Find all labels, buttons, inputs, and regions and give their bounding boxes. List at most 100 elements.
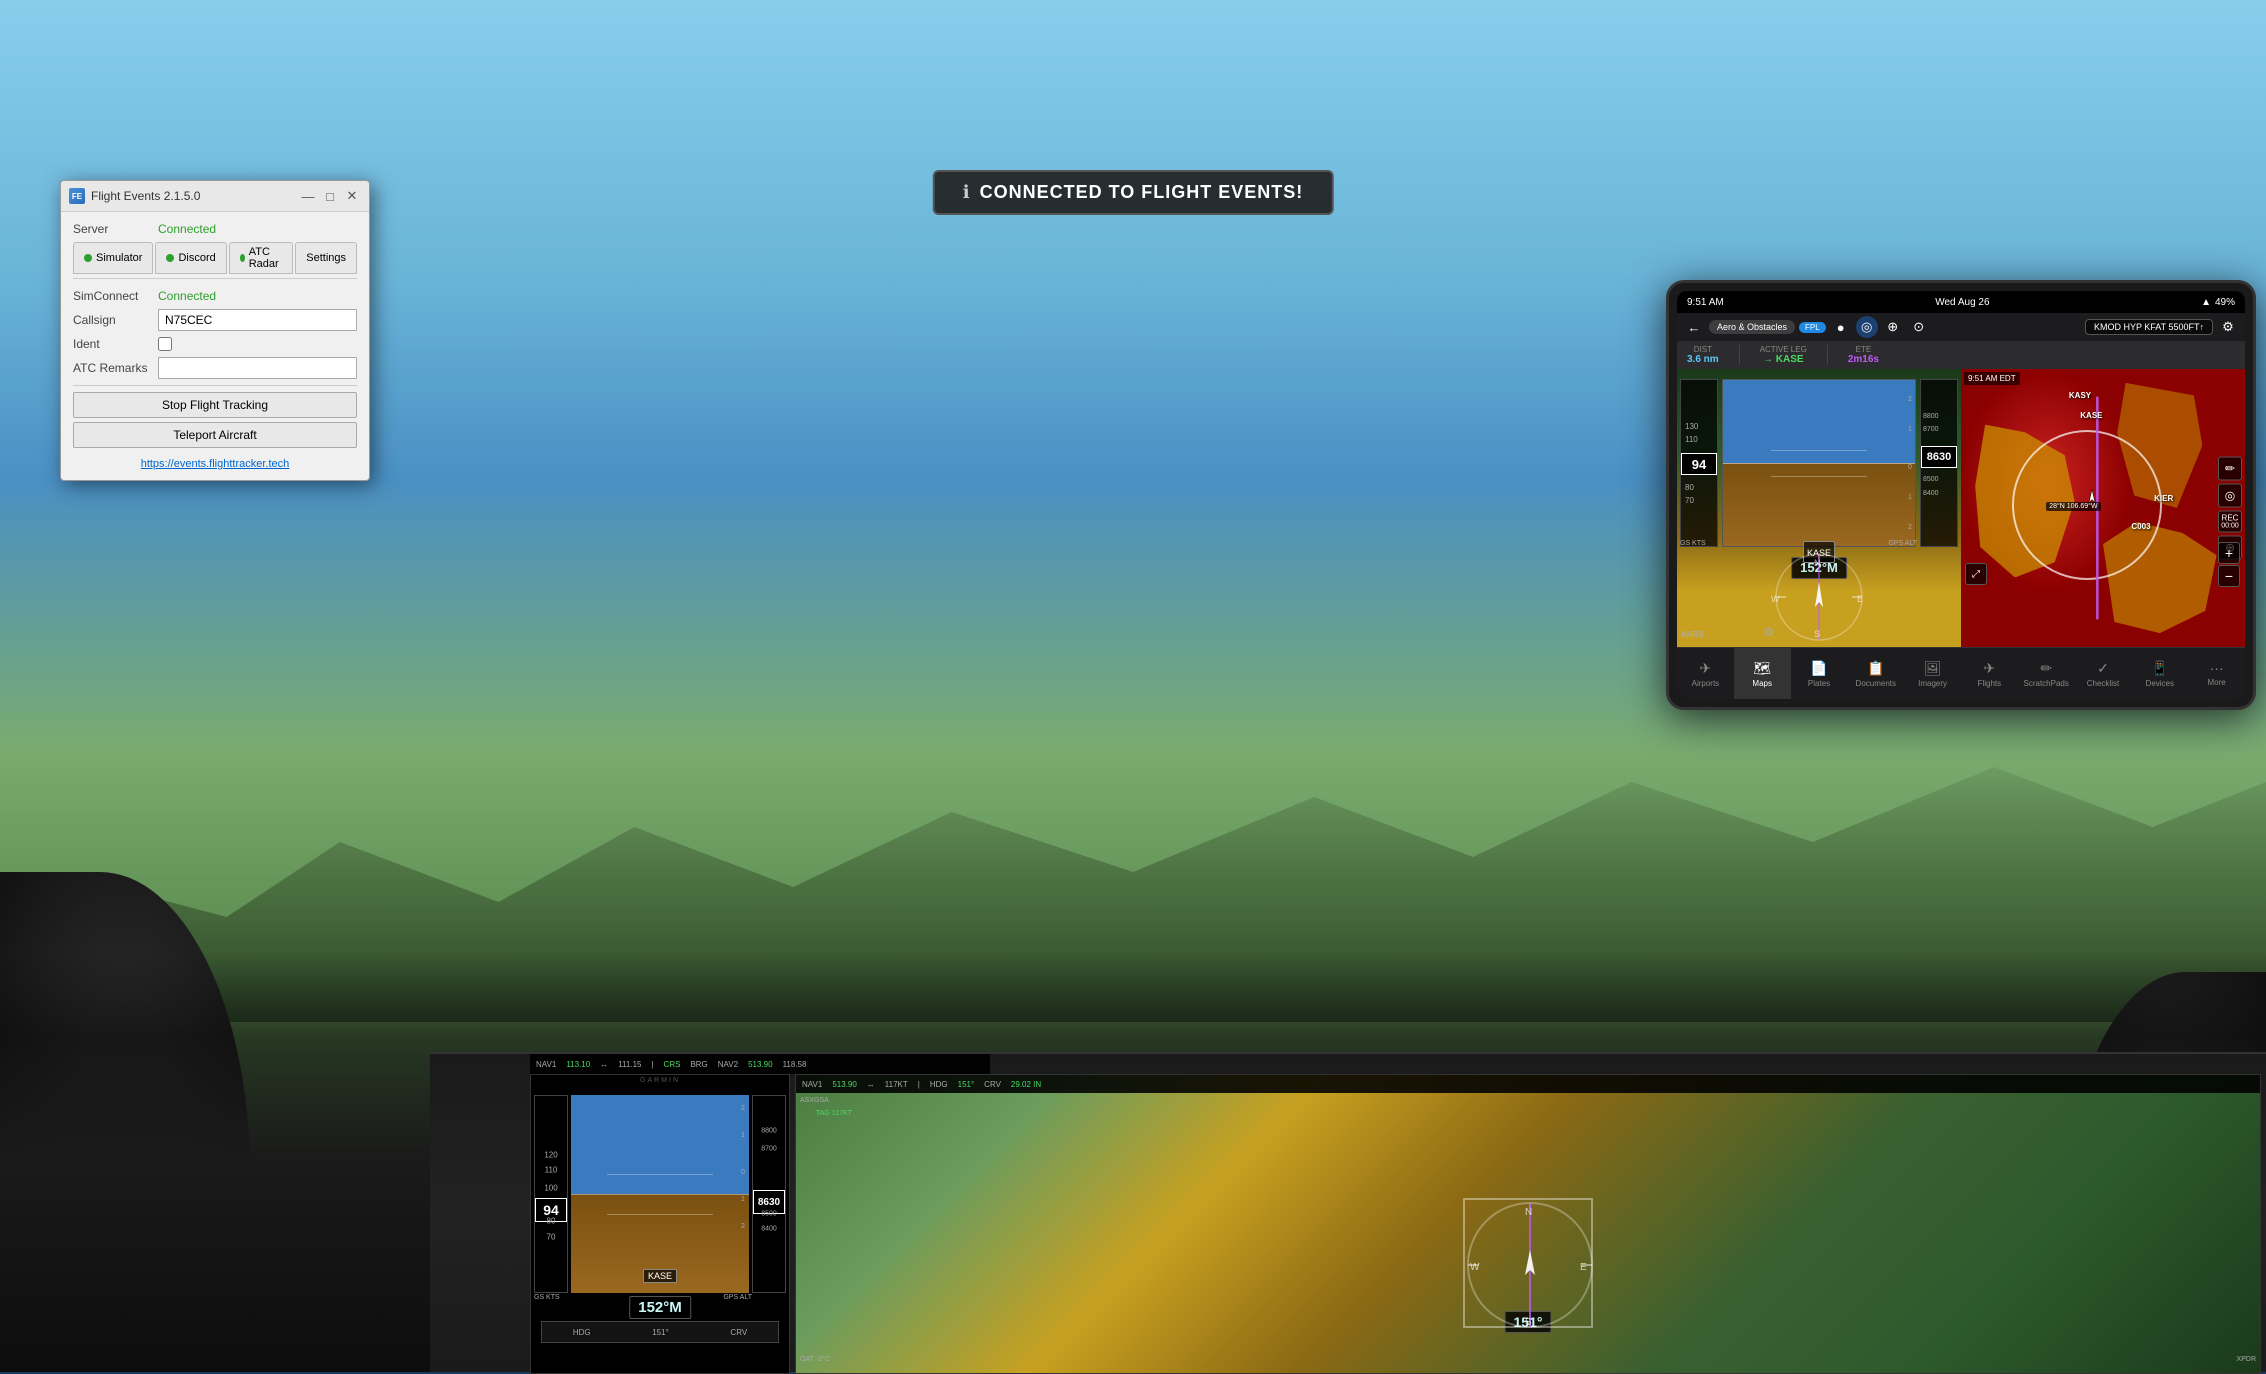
fullscreen-btn[interactable]: ⤢ [1965, 563, 1987, 585]
left-vsi: 2 1 0 1 2 [1903, 379, 1917, 547]
route-display[interactable]: KMOD HYP KFAT 5500FT↑ [2085, 319, 2213, 335]
maximize-button[interactable]: □ [321, 187, 339, 205]
zoom-out-btn[interactable]: − [2218, 565, 2240, 587]
nav-documents[interactable]: 📋 Documents [1847, 648, 1904, 699]
ipad-top-controls: ← Aero & Obstacles FPL ● ◎ ⊕ ⊙ KMOD HYP … [1677, 313, 2245, 341]
speed-110: 110 [545, 1166, 558, 1175]
tab-simulator-label: Simulator [96, 252, 142, 264]
ident-checkbox[interactable] [158, 337, 172, 351]
svg-text:W: W [1771, 594, 1780, 604]
mfd-hdg: HDG [930, 1080, 948, 1089]
ipad-time: 9:51 AM [1687, 297, 1724, 308]
nav1-stby: 111.15 [618, 1060, 641, 1069]
aero-obstacles-btn[interactable]: Aero & Obstacles [1709, 320, 1795, 334]
plates-label: Plates [1808, 679, 1830, 688]
ahrs-label: AHRS [1681, 630, 1704, 639]
tab-atc-radar[interactable]: ATC Radar [229, 242, 293, 274]
nav2-label: NAV2 [718, 1060, 738, 1069]
callsign-input[interactable] [158, 309, 357, 331]
tab-settings[interactable]: Settings [295, 242, 357, 274]
settings-icon-left[interactable]: ⚙ [1764, 625, 1775, 639]
active-leg-label: ACTIVE LEG [1760, 345, 1807, 354]
svg-text:E: E [1857, 594, 1863, 604]
atc-radar-dot [240, 254, 245, 262]
discord-dot [166, 254, 174, 262]
ident-label: Ident [73, 337, 158, 351]
server-row: Server Connected [73, 222, 357, 236]
nav-scratchpads[interactable]: ✏ ScratchPads [2018, 648, 2075, 699]
lt-alt-8400: 8400 [1923, 490, 1939, 497]
left-instrument-display: 130 110 94 80 70 8800 8700 8630 8500 [1677, 369, 1961, 647]
imagery-label: Imagery [1918, 679, 1947, 688]
tab-discord[interactable]: Discord [155, 242, 226, 274]
coordinates-display: 28°N 106.69°W [2046, 502, 2100, 511]
alt-8500: 8500 [761, 1210, 777, 1217]
mfd-hdg-val: 151° [958, 1080, 975, 1089]
scratchpads-icon: ✏ [2040, 660, 2052, 677]
nav1-label: NAV1 [536, 1060, 556, 1069]
events-link[interactable]: https://events.flighttracker.tech [73, 458, 357, 470]
banner-icon: ℹ [963, 182, 970, 203]
pin-tool[interactable]: ◎ [2218, 484, 2242, 508]
alt-8700: 8700 [761, 1145, 777, 1152]
lt-speed-130: 130 [1685, 422, 1698, 431]
left-hsi-svg: N S W E [1769, 552, 1869, 642]
nav-checklist[interactable]: ✓ Checklist [2075, 648, 2132, 699]
vsi-1: 1 [741, 1132, 745, 1139]
nav1-freq: 113.10 [566, 1060, 590, 1069]
devices-icon: 📱 [2151, 660, 2168, 677]
svg-text:N: N [1814, 558, 1821, 568]
tab-simulator[interactable]: Simulator [73, 242, 153, 274]
active-leg-info: ACTIVE LEG → KASE [1760, 345, 1807, 365]
back-button[interactable]: ← [1683, 316, 1705, 338]
nav-imagery[interactable]: 🖼 Imagery [1904, 648, 1961, 699]
flights-label: Flights [1978, 679, 2002, 688]
nav-more[interactable]: ··· More [2188, 648, 2245, 699]
map-settings-btn[interactable]: ◎ [1856, 316, 1878, 338]
imagery-icon: 🖼 [1924, 660, 1942, 677]
ete-label: ETE [1856, 345, 1872, 354]
devices-label: Devices [2146, 679, 2174, 688]
close-button[interactable]: ✕ [343, 187, 361, 205]
brg-label: BRG [690, 1060, 707, 1069]
lt-alt-bug: 8630 [1921, 446, 1957, 468]
zoom-controls: + − [2218, 542, 2240, 587]
course-display: 152°M [629, 1296, 691, 1319]
nav-maps[interactable]: 🗺 Maps [1734, 648, 1791, 699]
pencil-tool[interactable]: ✏ [2218, 457, 2242, 481]
rec-tool[interactable]: REC 00:00 [2218, 511, 2242, 533]
kasy-waypoint: KASY [2069, 391, 2091, 400]
vsi-0: 0 [741, 1169, 745, 1176]
tab-bar: Simulator Discord ATC Radar Settings [73, 242, 357, 279]
svg-text:S: S [1814, 629, 1820, 639]
traffic-btn[interactable]: ⊕ [1882, 316, 1904, 338]
route-text: KMOD HYP KFAT 5500FT↑ [2094, 322, 2204, 332]
gs-kts-left: GS KTS [1680, 540, 1706, 547]
nav-plates[interactable]: 📄 Plates [1791, 648, 1848, 699]
info-sep2 [1827, 345, 1828, 365]
minimize-button[interactable]: — [299, 187, 317, 205]
fpl-btn[interactable]: FPL [1799, 322, 1826, 333]
teleport-aircraft-button[interactable]: Teleport Aircraft [73, 422, 357, 448]
battery-level: 49% [2215, 297, 2235, 308]
stop-flight-tracking-button[interactable]: Stop Flight Tracking [73, 392, 357, 418]
weather-btn[interactable]: ⊙ [1908, 316, 1930, 338]
gs-kts-label: GS KTS [534, 1294, 560, 1301]
nav-devices[interactable]: 📱 Devices [2131, 648, 2188, 699]
dialog-titlebar: FE Flight Events 2.1.5.0 — □ ✕ [61, 181, 369, 212]
adi-pitch-n5 [607, 1214, 714, 1215]
atc-remarks-input[interactable] [158, 357, 357, 379]
layers-icon-btn[interactable]: ● [1830, 316, 1852, 338]
dialog-body: Server Connected Simulator Discord ATC R… [61, 212, 369, 480]
lt-alt-8700: 8700 [1923, 426, 1939, 433]
pfd-display: 120 110 100 94 80 70 8800 8700 8630 8500… [530, 1074, 790, 1374]
server-value: Connected [158, 222, 216, 236]
nav-flights[interactable]: ✈ Flights [1961, 648, 2018, 699]
nav-airports[interactable]: ✈ Airports [1677, 648, 1734, 699]
tab-settings-label: Settings [306, 252, 346, 264]
maps-icon: 🗺 [1753, 660, 1771, 677]
route-settings-icon[interactable]: ⚙ [2217, 316, 2239, 338]
map-time: 9:51 AM EDT [1964, 372, 2020, 385]
atc-remarks-label: ATC Remarks [73, 361, 158, 375]
zoom-in-btn[interactable]: + [2218, 542, 2240, 564]
